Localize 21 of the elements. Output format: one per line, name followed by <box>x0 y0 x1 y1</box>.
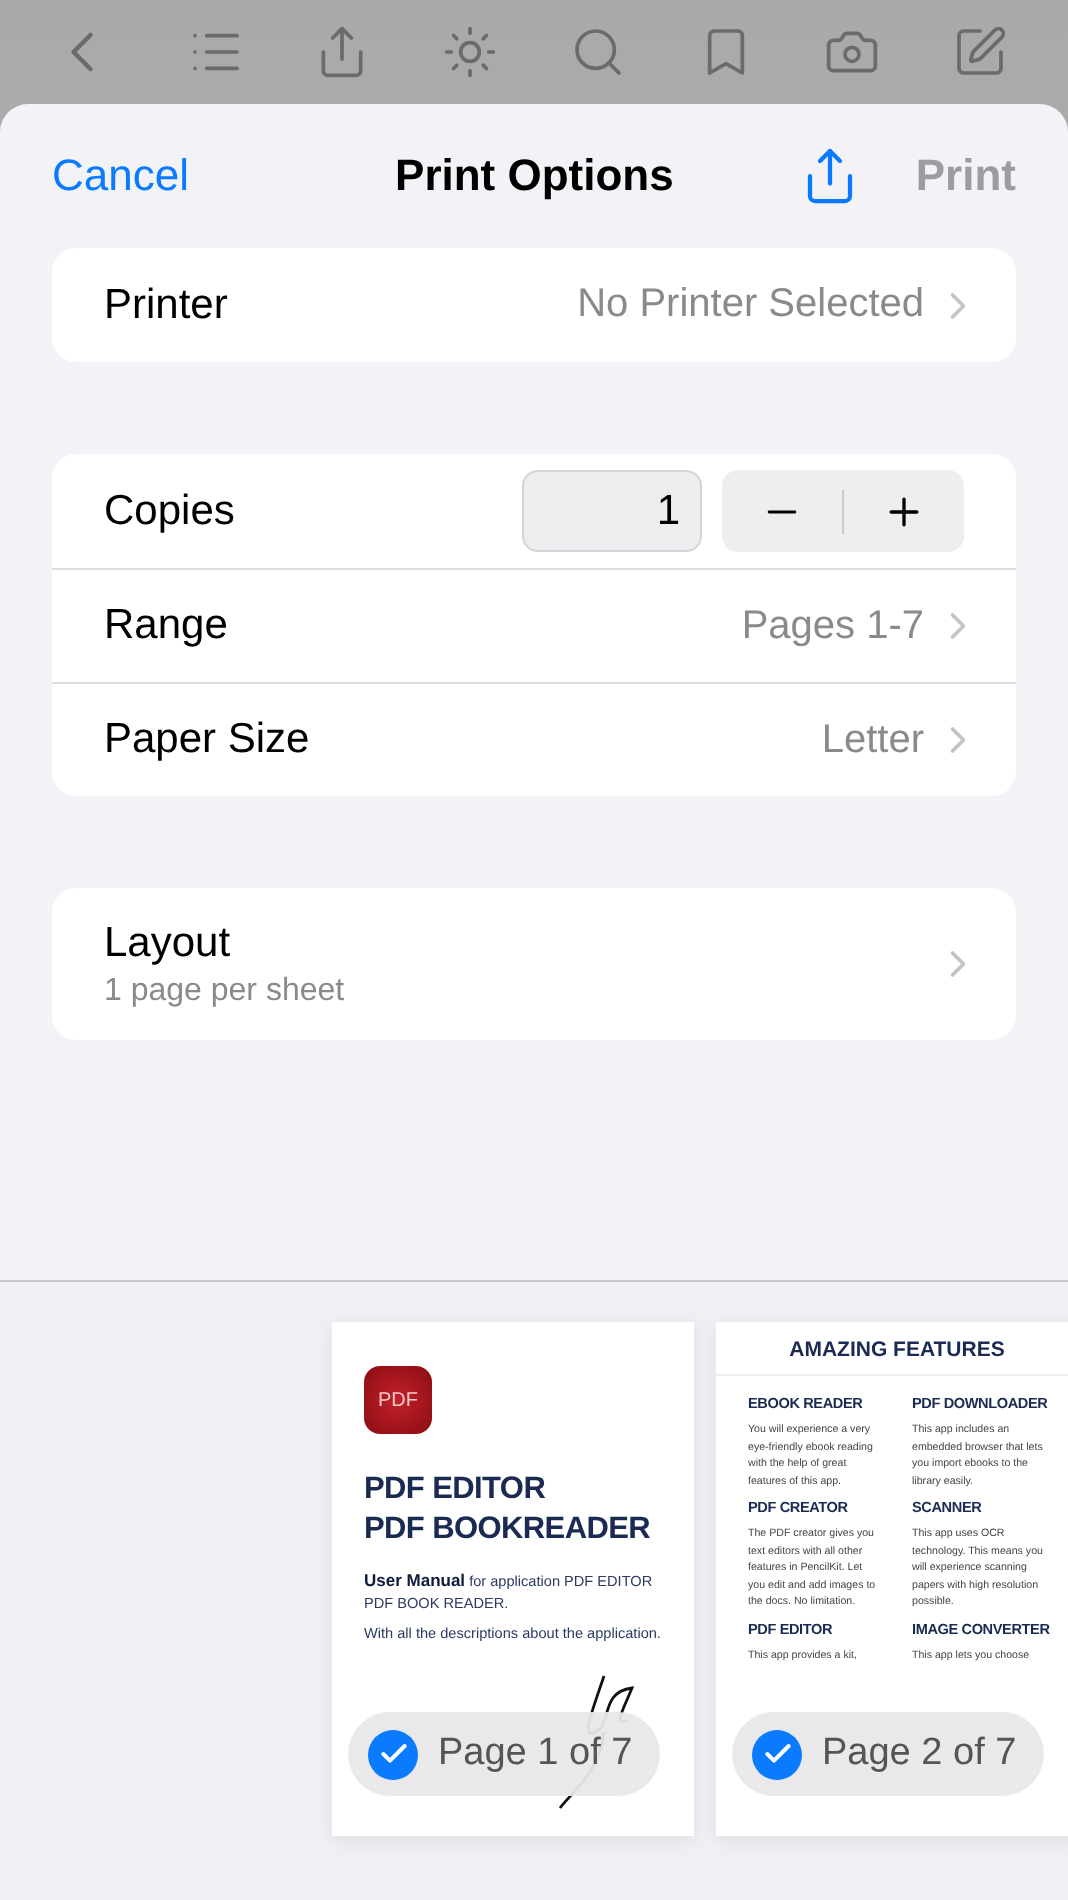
row-label: Paper Size <box>104 716 312 764</box>
sheet-title: Print Options <box>393 150 676 202</box>
settings-row[interactable]: Paper Size Letter <box>52 682 1016 796</box>
settings-row[interactable]: Range Pages 1-7 <box>52 568 1016 682</box>
row-value: Pages 1-7 <box>741 603 924 649</box>
copies-field[interactable]: 1 <box>522 470 702 552</box>
app-icon: PDF <box>364 1366 432 1434</box>
printer-row[interactable]: Printer No Printer Selected <box>52 248 1016 362</box>
row-value: No Printer Selected <box>577 282 924 328</box>
row-label: Copies <box>104 487 237 535</box>
document-title: PDF EDITOR PDF BOOKREADER <box>364 1470 653 1550</box>
page-badge[interactable]: Page 1 of 7 <box>348 1712 661 1796</box>
cancel-button[interactable]: Cancel <box>52 150 189 202</box>
document-heading: AMAZING FEATURES <box>716 1322 1068 1376</box>
row-label: Range <box>104 602 230 650</box>
row-label: Printer <box>104 281 230 329</box>
layout-row[interactable]: Layout 1 page per sheet <box>52 888 1016 1040</box>
row-subtitle: 1 page per sheet <box>104 973 347 1009</box>
row-value: Letter <box>821 717 924 763</box>
row-label: Layout <box>104 919 233 967</box>
page-badge[interactable]: Page 2 of 7 <box>732 1712 1045 1796</box>
